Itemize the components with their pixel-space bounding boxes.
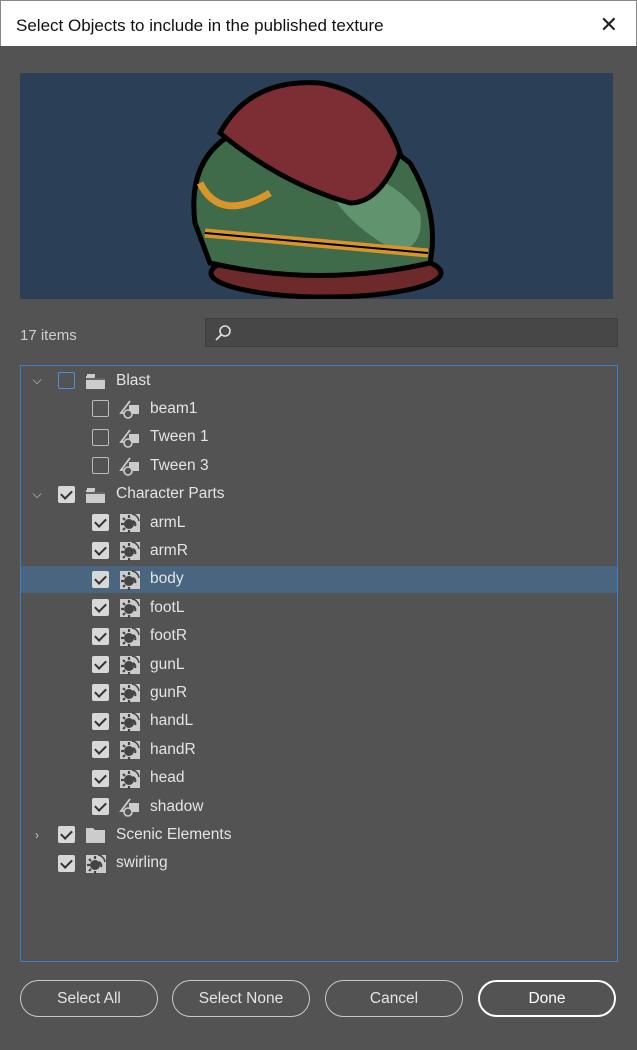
checkbox[interactable] (58, 826, 75, 844)
select-all-button[interactable]: Select All (20, 980, 158, 1017)
tree-row[interactable]: beam1 (21, 395, 617, 422)
tree-item-label: Blast (116, 371, 151, 389)
checkbox[interactable] (58, 854, 75, 872)
tree-row[interactable]: armR (21, 537, 617, 564)
tree-row[interactable]: swirling (21, 850, 617, 877)
symbol-icon (119, 683, 141, 704)
folder-icon (85, 825, 107, 845)
done-button[interactable]: Done (478, 980, 616, 1017)
tree-item-label: Tween 3 (150, 456, 209, 474)
tree-row[interactable]: gunL (21, 651, 617, 678)
close-icon[interactable]: ✕ (600, 12, 618, 38)
tree-row[interactable]: ⌵ Blast (21, 367, 617, 394)
tree-row[interactable]: handL (21, 708, 617, 735)
checkbox[interactable] (92, 712, 109, 730)
item-count: 17 items (20, 327, 77, 344)
folder-icon (85, 485, 107, 505)
symbol-icon (119, 513, 141, 533)
tree-item-label: shadow (150, 797, 204, 815)
tree-item-label: armR (150, 541, 188, 559)
tree-item-label: handR (150, 740, 196, 758)
character-head-image (191, 80, 444, 300)
symbol-icon (119, 541, 141, 562)
chevron-right-icon[interactable]: › (30, 828, 44, 842)
shape-icon (119, 399, 141, 420)
tree-row[interactable]: gunR (21, 679, 617, 706)
shape-icon (119, 456, 141, 476)
checkbox[interactable] (92, 627, 109, 645)
tree-row[interactable]: shadow (21, 793, 617, 820)
tree-item-label: Tween 1 (150, 428, 209, 446)
checkbox[interactable] (92, 428, 109, 446)
tree-item-label: body (150, 570, 184, 588)
tree-item-label: beam1 (150, 399, 198, 417)
symbol-icon (119, 626, 141, 647)
tree-row[interactable]: handR (21, 736, 617, 763)
tree-row[interactable]: footL (21, 594, 617, 621)
tree-item-label: footL (150, 598, 185, 616)
checkbox[interactable] (92, 798, 109, 815)
checkbox[interactable] (92, 599, 109, 617)
tree-row[interactable]: Tween 3 (21, 452, 617, 479)
tree-row[interactable]: armL (21, 509, 617, 536)
checkbox[interactable] (58, 372, 75, 389)
select-none-button[interactable]: Select None (172, 980, 310, 1017)
symbol-icon (119, 712, 141, 732)
tree-row[interactable]: › Scenic Elements (21, 821, 617, 848)
tree-item-label: gunL (150, 655, 185, 673)
tree-item-label: armL (150, 513, 186, 531)
checkbox[interactable] (92, 457, 109, 475)
tree-row[interactable]: Tween 1 (21, 424, 617, 451)
tree-item-label: Scenic Elements (116, 825, 232, 843)
checkbox[interactable] (92, 769, 109, 787)
title-bar: Select Objects to include in the publish… (0, 0, 637, 46)
checkbox[interactable] (92, 514, 109, 531)
symbol-icon (119, 740, 141, 761)
tree-row[interactable]: footR (21, 623, 617, 650)
tree-item-label: head (150, 769, 185, 787)
search-input[interactable] (205, 318, 618, 347)
checkbox[interactable] (92, 656, 109, 673)
checkbox[interactable] (92, 570, 109, 588)
checkbox[interactable] (58, 485, 75, 503)
tree-item-label: swirling (116, 854, 168, 872)
checkbox[interactable] (92, 684, 109, 702)
tree-item-label: Character Parts (116, 485, 225, 503)
shape-icon (119, 428, 141, 448)
tree-row[interactable]: body (21, 565, 617, 593)
cancel-button[interactable]: Cancel (325, 980, 463, 1017)
dialog-title: Select Objects to include in the publish… (16, 16, 384, 35)
symbol-icon (119, 598, 141, 619)
texture-preview (20, 73, 613, 300)
tree-item-label: handL (150, 712, 194, 730)
tree-item-label: gunR (150, 683, 188, 701)
chevron-down-icon[interactable]: ⌵ (30, 373, 44, 388)
tree-row[interactable]: ⌵ Character Parts (21, 481, 617, 508)
tree-row[interactable]: head (21, 765, 617, 792)
symbol-icon (119, 570, 141, 590)
symbol-icon (85, 854, 107, 874)
object-tree[interactable]: ⌵ Blast beam1 Tween 1 Tween 3 ⌵ Character Part… (20, 365, 618, 962)
checkbox[interactable] (92, 542, 109, 560)
chevron-down-icon[interactable]: ⌵ (30, 487, 44, 502)
checkbox[interactable] (92, 400, 109, 418)
tree-item-label: footR (150, 627, 188, 645)
checkbox[interactable] (92, 741, 109, 759)
symbol-icon (119, 768, 141, 789)
shape-icon (119, 797, 141, 817)
search-icon (215, 325, 231, 341)
symbol-icon (119, 655, 141, 675)
folder-icon (85, 371, 107, 391)
